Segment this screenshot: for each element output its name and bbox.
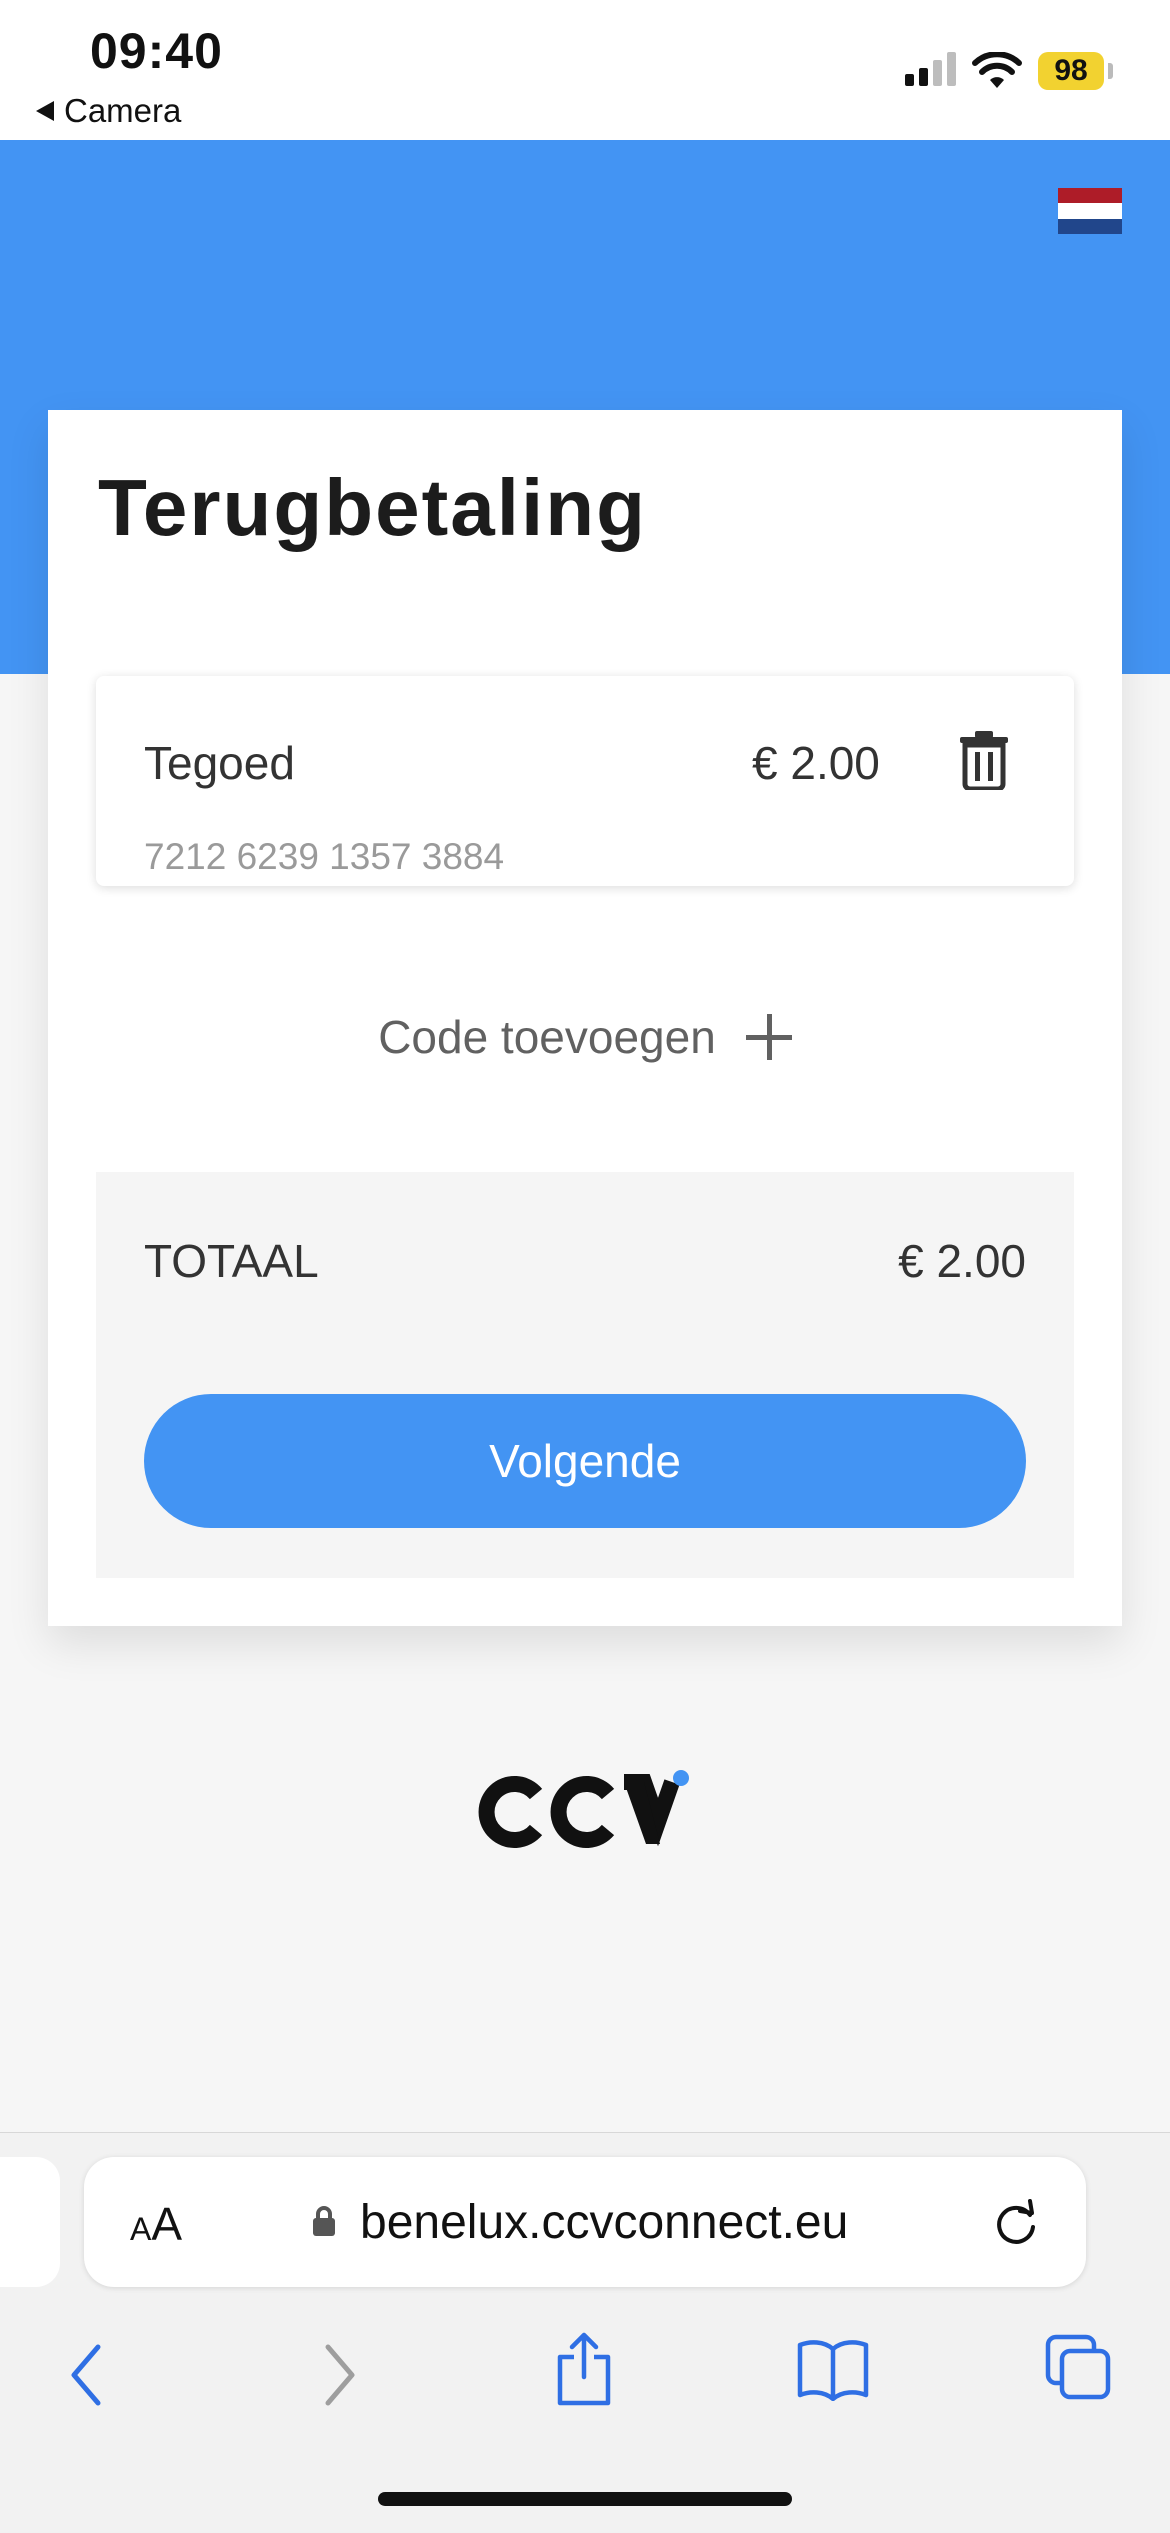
dutch-flag-icon[interactable] [1058, 188, 1122, 234]
back-triangle-icon [36, 101, 54, 121]
bookmarks-icon[interactable] [796, 2337, 870, 2401]
credit-code: 7212 6239 1357 3884 [144, 836, 505, 877]
trash-icon[interactable] [958, 730, 1010, 790]
home-indicator [378, 2492, 792, 2506]
browser-toolbar: AA benelux.ccvconnect.eu [0, 2132, 1170, 2533]
total-amount: € 2.00 [898, 1235, 1026, 1287]
share-icon[interactable] [552, 2331, 616, 2407]
status-time: 09:40 [90, 23, 223, 79]
next-button[interactable]: Volgende [144, 1394, 1026, 1528]
text-size-large: A [151, 2198, 183, 2250]
back-to-app-link[interactable]: Camera [36, 92, 181, 130]
add-code-button[interactable]: Code toevoegen [48, 1010, 1122, 1064]
back-icon[interactable] [66, 2343, 106, 2407]
add-code-label: Code toevoegen [378, 1011, 716, 1063]
wifi-icon [972, 52, 1022, 88]
text-size-button[interactable]: AA [130, 2197, 182, 2251]
lock-icon [313, 2206, 335, 2236]
credit-item: Tegoed € 2.00 7212 6239 1357 3884 [96, 676, 1074, 886]
previous-tab-preview[interactable] [0, 2157, 60, 2287]
credit-label: Tegoed [144, 737, 295, 789]
total-section: TOTAAL € 2.00 Volgende [96, 1172, 1074, 1578]
page-title: Terugbetaling [98, 463, 647, 552]
browser-nav-row [0, 2323, 1170, 2433]
url-text: benelux.ccvconnect.eu [360, 2196, 849, 2249]
reload-icon[interactable] [990, 2197, 1042, 2249]
forward-icon[interactable] [320, 2343, 360, 2407]
address-bar[interactable]: AA benelux.ccvconnect.eu [84, 2157, 1086, 2287]
status-bar: 09:40 Camera 98 [0, 0, 1170, 140]
back-app-label: Camera [64, 92, 182, 129]
ccv-logo [478, 1770, 689, 1848]
text-size-small: A [130, 2211, 152, 2247]
refund-card: Terugbetaling Tegoed € 2.00 7212 6239 13… [48, 410, 1122, 1626]
credit-amount: € 2.00 [752, 737, 880, 789]
total-label: TOTAAL [144, 1235, 319, 1287]
plus-icon [745, 1014, 792, 1060]
battery-tip [1108, 63, 1113, 79]
signal-icon [905, 52, 956, 86]
tabs-icon[interactable] [1044, 2333, 1114, 2403]
battery-icon: 98 [1038, 52, 1104, 90]
battery-level: 98 [1054, 54, 1088, 87]
